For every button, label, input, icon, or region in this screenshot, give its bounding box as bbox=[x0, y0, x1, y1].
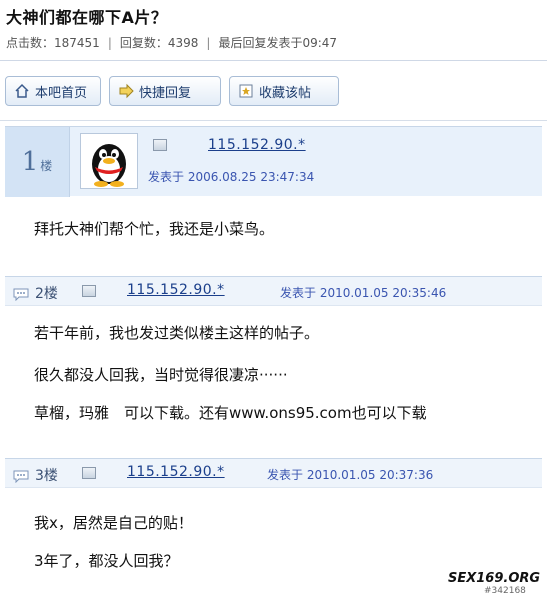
divider bbox=[0, 120, 547, 121]
post-content-line: 3年了，都没人回我？ bbox=[34, 552, 179, 570]
image-icon bbox=[82, 285, 96, 297]
post-content-line: 草榴，玛雅 可以下载。还有www.ons95.com也可以下载 bbox=[34, 404, 427, 422]
watermark: SEX169.ORG bbox=[448, 571, 541, 586]
post-time: 发表于 2006.08.25 23:47:34 bbox=[148, 170, 315, 184]
last-reply-time: 最后回复发表于09:47 bbox=[218, 36, 338, 50]
post-header-1: 1楼 115.152.90.* 发表于 2006.08.25 23:47:34 bbox=[5, 126, 542, 197]
bookmark-icon bbox=[238, 83, 254, 99]
speech-bubble-icon bbox=[13, 468, 29, 487]
speech-bubble-icon bbox=[13, 286, 29, 305]
post-content-1: 拜托大神们帮个忙，我还是小菜鸟。 bbox=[34, 220, 275, 238]
image-icon bbox=[153, 139, 167, 151]
post-header-3: 3楼 115.152.90.* 发表于 2010.01.05 20:37:36 bbox=[5, 458, 542, 488]
poster-ip-link[interactable]: 115.152.90.* bbox=[127, 282, 225, 298]
post-header-2: 2楼 115.152.90.* 发表于 2010.01.05 20:35:46 bbox=[5, 276, 542, 306]
forum-home-button[interactable]: 本吧首页 bbox=[5, 76, 101, 106]
watermark-id: #342168 bbox=[484, 586, 526, 596]
stats-separator: | bbox=[107, 36, 112, 50]
floor-label: 2楼 bbox=[35, 286, 58, 302]
home-icon bbox=[14, 83, 30, 99]
poster-ip-link[interactable]: 115.152.90.* bbox=[127, 464, 225, 480]
favorite-thread-label: 收藏该帖 bbox=[259, 85, 312, 101]
stats-separator: | bbox=[206, 36, 211, 50]
floor-badge: 1楼 bbox=[5, 127, 70, 197]
poster-ip-link[interactable]: 115.152.90.* bbox=[208, 137, 306, 153]
floor-label: 3楼 bbox=[35, 468, 58, 484]
penguin-avatar-icon bbox=[92, 144, 126, 187]
forum-home-label: 本吧首页 bbox=[35, 85, 88, 101]
thread-title: 大神们都在哪下A片？ bbox=[6, 8, 168, 27]
image-icon bbox=[82, 467, 96, 479]
floor-unit: 楼 bbox=[40, 159, 53, 173]
post-time: 发表于 2010.01.05 20:35:46 bbox=[280, 286, 447, 300]
avatar[interactable] bbox=[80, 133, 138, 189]
post-content-line: 很久都没人回我，当时觉得很凄凉······ bbox=[34, 366, 288, 384]
quick-reply-label: 快捷回复 bbox=[139, 85, 192, 101]
quick-reply-button[interactable]: 快捷回复 bbox=[109, 76, 221, 106]
reply-count: 回复数：4398 bbox=[119, 36, 199, 50]
arrow-right-icon bbox=[118, 83, 134, 99]
post-time: 发表于 2010.01.05 20:37:36 bbox=[267, 468, 434, 482]
click-count: 点击数：187451 bbox=[6, 36, 100, 50]
floor-number: 1 bbox=[21, 147, 39, 177]
divider bbox=[0, 60, 547, 61]
favorite-thread-button[interactable]: 收藏该帖 bbox=[229, 76, 339, 106]
post-content-line: 我x，居然是自己的贴！ bbox=[34, 514, 193, 532]
post-content-line: 若干年前，我也发过类似楼主这样的帖子。 bbox=[34, 324, 320, 342]
thread-toolbar: 本吧首页 快捷回复 收藏该帖 bbox=[5, 76, 339, 108]
thread-stats: 点击数：187451 | 回复数：4398 | 最后回复发表于09:47 bbox=[6, 34, 337, 51]
